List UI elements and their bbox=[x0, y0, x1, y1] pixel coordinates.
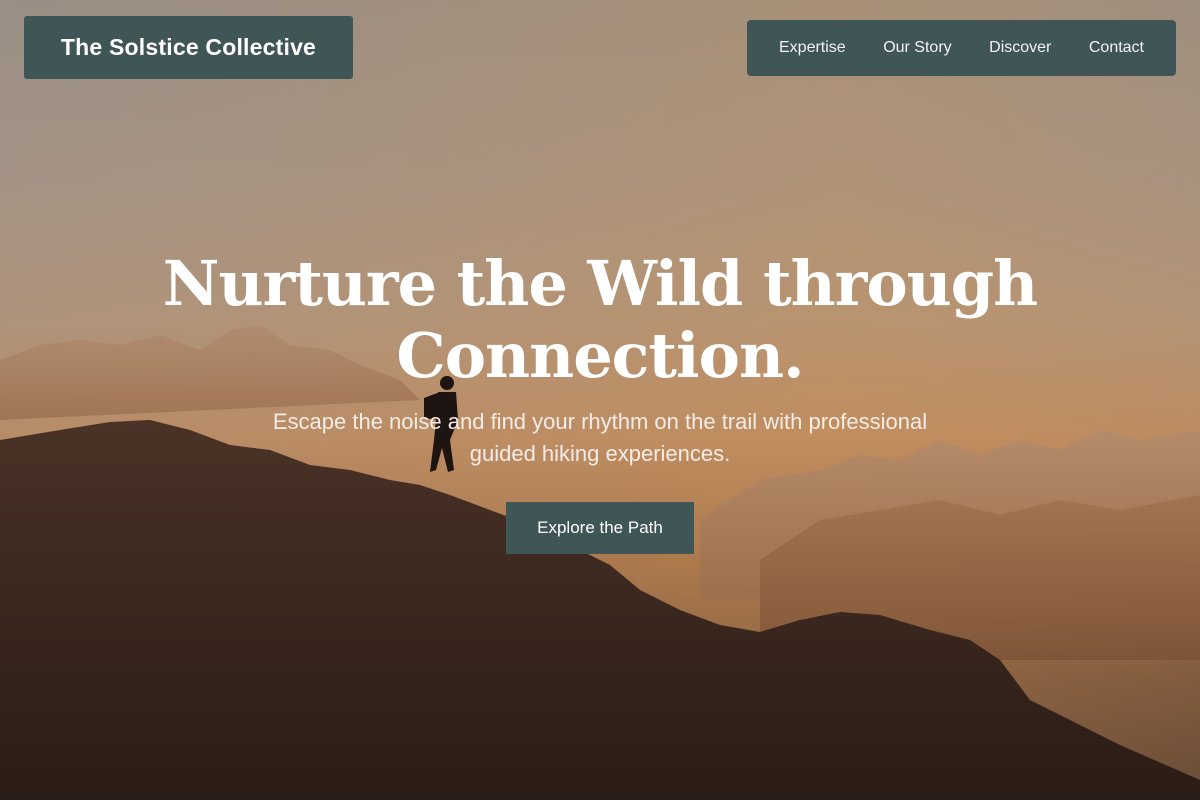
mountain-background-image bbox=[0, 0, 1200, 800]
main-nav: Expertise Our Story Discover Contact bbox=[747, 20, 1176, 76]
hero-section: The Solstice Collective Expertise Our St… bbox=[0, 0, 1200, 800]
nav-item-expertise[interactable]: Expertise bbox=[779, 39, 846, 57]
brand-logo[interactable]: The Solstice Collective bbox=[24, 16, 353, 79]
nav-item-discover[interactable]: Discover bbox=[989, 39, 1051, 57]
nav-item-our-story[interactable]: Our Story bbox=[883, 39, 951, 57]
brand-name: The Solstice Collective bbox=[60, 34, 317, 60]
hero-headline: Nurture the Wild through Connection. bbox=[162, 247, 1038, 392]
hero-subtext: Escape the noise and find your rhythm on… bbox=[272, 409, 928, 466]
explore-path-button[interactable]: Explore the Path bbox=[506, 502, 694, 554]
nav-item-contact[interactable]: Contact bbox=[1089, 39, 1144, 57]
